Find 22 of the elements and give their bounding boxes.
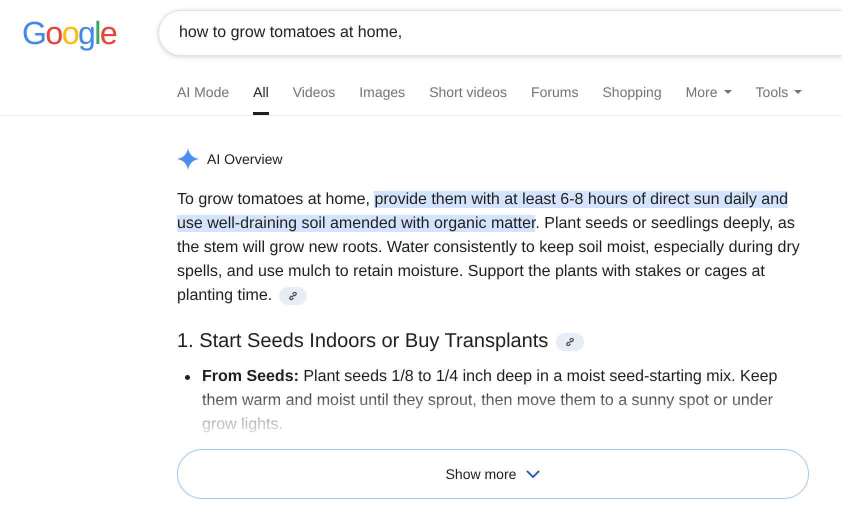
search-tab[interactable]: Tools	[756, 78, 802, 115]
bullet-text: From Seeds: Plant seeds 1/8 to 1/4 inch deep in a moist seed-starting mix. Keep them warm and moist until they sprout, then move them to a sunny spot or under grow lights.	[202, 367, 778, 435]
search-field[interactable]: how to grow tomatoes at home,	[158, 10, 842, 56]
source-link-button[interactable]	[556, 332, 584, 350]
link-icon	[565, 336, 576, 346]
search-tab[interactable]: Videos	[292, 78, 336, 115]
search-tab[interactable]: AI Mode	[177, 78, 230, 115]
chevron-down-icon	[526, 470, 540, 478]
bullet-dot	[185, 375, 190, 380]
search-tab[interactable]: Images	[359, 78, 406, 115]
sparkle-icon	[177, 148, 199, 170]
google-logo[interactable]: Google	[22, 14, 158, 52]
section-heading: 1. Start Seeds Indoors or Buy Transplants	[177, 330, 548, 353]
search-tab[interactable]: Short videos	[429, 78, 508, 115]
ai-overview-title: AI Overview	[207, 151, 282, 167]
search-tab[interactable]: Shopping	[602, 78, 662, 115]
link-icon	[288, 291, 298, 301]
source-link-button[interactable]	[279, 287, 307, 305]
overview-paragraph: To grow tomatoes at home, provide them with at least 6-8 hours of direct sun daily and use well-draining soil amended with organic matter. Plant seeds or seedlings deeply, as the stem will grow new roots. Water consistently to keep soil moist, especially during dry spells, and use mulch to retain moisture. Support the plants with stakes or cages at planting time.	[177, 190, 801, 306]
search-tab[interactable]: Forums	[531, 78, 578, 115]
show-more-button[interactable]: Show more	[177, 449, 809, 499]
search-tab[interactable]: More	[686, 78, 732, 115]
